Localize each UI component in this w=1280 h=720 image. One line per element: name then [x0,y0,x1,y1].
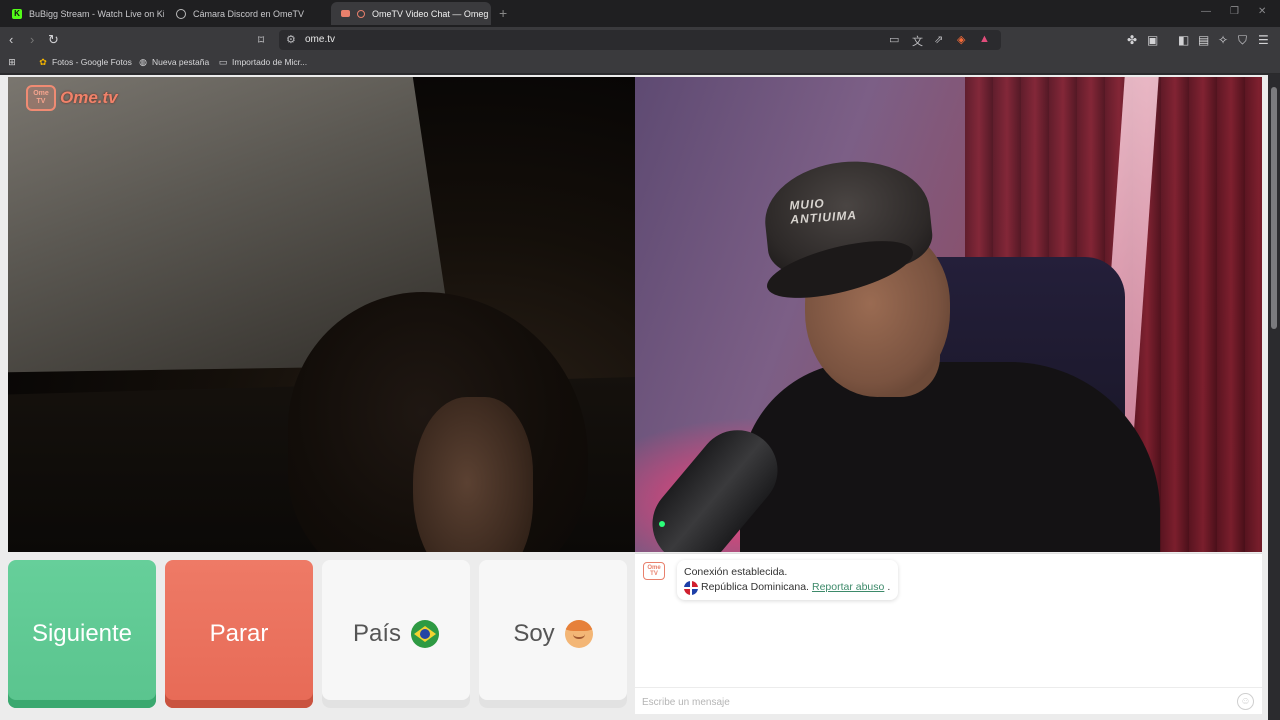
connection-status: Conexión establecida. [684,566,788,578]
partner-country: República Dominicana. [701,581,809,593]
tab-label: Cámara Discord en OmeTV [193,8,305,19]
tab-discord[interactable]: Cámara Discord en OmeTV [166,2,328,25]
restore-icon[interactable]: ❐ [1230,6,1239,17]
emoji-icon[interactable]: ☺ [1237,693,1254,710]
ometv-icon [341,10,350,17]
gender-button[interactable]: Soy [479,560,627,708]
report-suffix: . [887,581,891,593]
reload-icon[interactable]: ↻ [48,32,59,48]
folder-icon: ▭ [218,56,228,67]
menu-icon[interactable]: ☰ [1258,32,1269,48]
brave-rewards-icon[interactable]: ▲ [979,33,990,45]
globe-icon [176,8,186,19]
stop-button[interactable]: Parar [165,560,313,708]
remote-video: MUIO ANTIUIMA [635,77,1262,552]
system-message: Conexión establecida. República Dominica… [677,560,899,600]
recording-icon [357,9,365,18]
bookmark-new-tab[interactable]: ◍ Nueva pestaña [138,56,210,68]
scrollbar-thumb[interactable] [1271,87,1277,329]
bookmark-label: Nueva pestaña [152,57,210,67]
media-icon[interactable]: ▣ [1147,32,1158,48]
ometv-chat-icon: Ome TV [643,562,665,580]
cast-icon[interactable]: ▭ [889,33,899,46]
ometv-logo[interactable]: Ome TV Ome.tv [26,85,118,111]
minimize-icon[interactable]: — [1201,6,1211,17]
next-button-label: Siguiente [31,620,133,647]
next-button[interactable]: Siguiente [8,560,156,708]
tab-label: BuBigg Stream - Watch Live on Kick [29,8,164,19]
local-video: Ome TV Ome.tv [8,77,635,552]
forward-icon[interactable]: › [30,32,34,48]
ometv-page: Ome TV Ome.tv MUIO ANTIUIMA Siguiente Pa… [0,75,1280,720]
tab-label: OmeTV Video Chat — Omeg [372,8,489,19]
brazil-flag-icon [411,620,440,648]
boy-face-icon [564,620,593,648]
dominican-republic-flag-icon [684,580,698,595]
report-abuse-link[interactable]: Reportar abuso [812,580,884,595]
bookmarks-bar: ⊞ ✿ Fotos - Google Fotos ◍ Nueva pestaña… [0,53,1280,74]
message-input[interactable] [642,693,1222,711]
address-bar[interactable]: ⚙ ome.tv ▭ 文 ⇗ ◈ ▲ [279,30,1001,50]
tab-ometv[interactable]: OmeTV Video Chat — Omeg ✕ [331,2,491,25]
message-input-area: ☺ [635,687,1262,714]
tab-kick[interactable]: K BuBigg Stream - Watch Live on Kick [2,2,164,25]
extensions-icon[interactable]: ✤ [1127,32,1137,48]
wallet-icon[interactable]: ▤ [1198,32,1209,48]
country-button-label: País [352,620,402,647]
mic-led [659,521,665,527]
stop-button-label: Parar [209,620,269,647]
kick-icon: K [12,8,22,19]
close-window-icon[interactable]: ✕ [1258,6,1266,17]
country-button[interactable]: País [322,560,470,708]
back-icon[interactable]: ‹ [9,32,13,48]
bookmark-folder-imported[interactable]: ▭ Importado de Micr... [218,56,308,68]
translate-icon[interactable]: 文 [912,33,923,49]
bookmark-icon[interactable]: ⌑ [258,32,264,48]
bookmark-google-photos[interactable]: ✿ Fotos - Google Fotos [38,56,132,68]
globe-icon: ◍ [139,56,147,67]
tab-strip: K BuBigg Stream - Watch Live on Kick Cám… [0,0,1280,27]
gender-button-label: Soy [513,620,555,647]
page-scrollbar[interactable] [1268,75,1280,720]
ometv-logo-icon: Ome TV [26,85,56,111]
new-tab-button[interactable]: + [499,5,507,21]
sidebar-icon[interactable]: ◧ [1178,32,1189,48]
browser-toolbar: ‹ › ↻ ⌑ ⚙ ome.tv ▭ 文 ⇗ ◈ ▲ ✤ ▣ ◧ ▤ ✧ ⛉ ☰ [0,27,1280,53]
google-photos-icon: ✿ [39,56,47,67]
bookmark-label: Importado de Micr... [232,57,308,67]
brave-shield-icon[interactable]: ◈ [957,33,965,46]
apps-grid-icon[interactable]: ⊞ [7,57,17,67]
url-text[interactable]: ome.tv [305,34,335,45]
site-info-icon[interactable]: ⚙ [286,33,296,46]
share-icon[interactable]: ⇗ [934,33,943,46]
leo-ai-icon[interactable]: ✧ [1218,32,1228,48]
chat-panel: Ome TV Conexión establecida. República D… [635,553,1262,714]
bookmark-label: Fotos - Google Fotos [52,57,132,67]
logo-text: Ome.tv [60,88,118,107]
vpn-icon[interactable]: ⛉ [1238,32,1247,48]
